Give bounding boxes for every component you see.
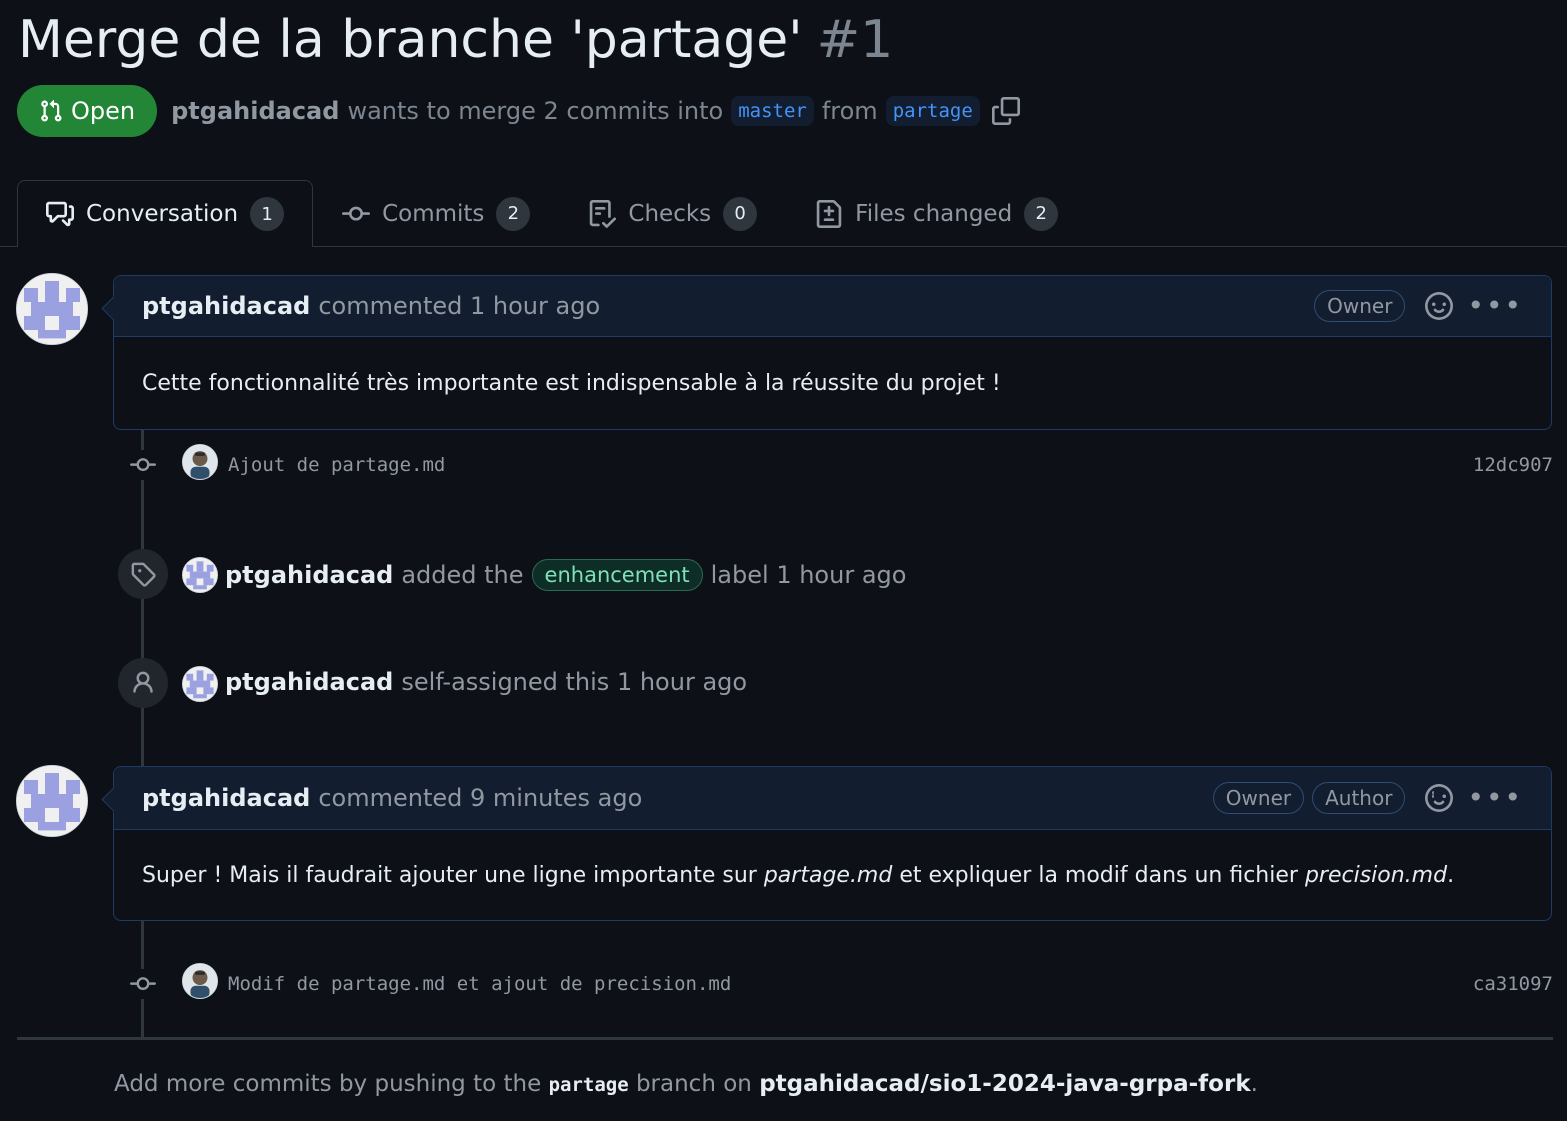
avatar[interactable] <box>182 666 218 702</box>
pr-number: #1 <box>816 10 894 70</box>
tab-commits-label: Commits <box>382 200 485 227</box>
tag-icon <box>130 561 156 587</box>
label-event-badge <box>118 549 168 599</box>
timeline-commit: Modif de partage.md et ajout de precisio… <box>0 959 1567 1009</box>
label-event-text: ptgahidacad added the enhancement label … <box>225 559 906 591</box>
comment-time[interactable]: 9 minutes ago <box>470 784 642 812</box>
assign-event-badge <box>118 658 168 708</box>
comment-text-part: Super ! Mais il faudrait ajouter une lig… <box>142 862 764 888</box>
pr-state-label: Open <box>71 97 136 125</box>
comment-header: ptgahidacad commented 1 hour ago Owner •… <box>114 276 1551 337</box>
pr-from-text: from <box>821 97 878 125</box>
git-commit-icon <box>128 969 158 999</box>
timeline-commit: Ajout de partage.md 12dc907 <box>0 440 1567 490</box>
copy-icon[interactable] <box>991 97 1020 125</box>
pr-state-badge: Open <box>17 85 158 137</box>
comment: ptgahidacad commented 1 hour ago Owner •… <box>101 275 1552 430</box>
commit-author-avatar[interactable] <box>182 444 218 480</box>
comment-body: Super ! Mais il faudrait ajouter une lig… <box>114 830 1551 920</box>
tab-conversation-count: 1 <box>250 197 285 231</box>
file-diff-icon <box>815 199 843 228</box>
tab-files-changed[interactable]: Files changed 2 <box>786 180 1087 246</box>
smiley-icon[interactable] <box>1425 784 1454 812</box>
event-user-link[interactable]: ptgahidacad <box>225 668 393 696</box>
kebab-horizontal-icon[interactable]: ••• <box>1467 784 1523 812</box>
owner-badge: Owner <box>1314 290 1406 322</box>
pr-author-link[interactable]: ptgahidacad <box>171 97 339 125</box>
repo-link[interactable]: ptgahidacad/sio1-2024-java-grpa-fork <box>759 1071 1250 1097</box>
head-branch[interactable]: partage <box>885 96 980 126</box>
tab-checks-label: Checks <box>628 200 712 227</box>
comment-action: commented <box>318 292 463 320</box>
commit-message[interactable]: Modif de partage.md et ajout de precisio… <box>228 973 731 995</box>
tab-files-changed-label: Files changed <box>855 200 1013 227</box>
timeline-end-divider <box>17 1037 1553 1040</box>
tab-conversation[interactable]: Conversation 1 <box>17 180 314 247</box>
push-hint-text-2: branch on <box>635 1071 752 1097</box>
tab-checks-count: 0 <box>723 196 758 231</box>
smiley-icon[interactable] <box>1425 292 1454 320</box>
pr-tabs: Conversation 1 Commits 2 Checks 0 Files … <box>17 180 1087 247</box>
tab-commits[interactable]: Commits 2 <box>313 180 559 246</box>
label-enhancement[interactable]: enhancement <box>531 559 703 591</box>
kebab-horizontal-icon[interactable]: ••• <box>1467 292 1523 320</box>
checklist-icon <box>588 199 617 228</box>
comment-header: ptgahidacad commented 9 minutes ago Owne… <box>114 767 1551 830</box>
comment-file-ref: partage.md <box>763 862 893 888</box>
tab-commits-count: 2 <box>496 196 531 231</box>
comment-text-part: et expliquer la modif dans un fichier <box>892 862 1305 888</box>
git-pull-request-icon <box>39 98 63 124</box>
push-hint-text-3: . <box>1250 1071 1258 1097</box>
comment-discussion-icon <box>46 200 74 228</box>
comment-author[interactable]: ptgahidacad <box>142 292 310 320</box>
label-event-after: label 1 hour ago <box>710 561 907 589</box>
push-hint-text-1: Add more commits by pushing to the <box>114 1071 542 1097</box>
commit-sha[interactable]: ca31097 <box>1473 973 1553 995</box>
commit-sha[interactable]: 12dc907 <box>1473 454 1553 476</box>
assign-event-text: ptgahidacad self-assigned this 1 hour ag… <box>225 668 747 696</box>
avatar[interactable] <box>16 273 88 345</box>
pr-merge-text: wants to merge 2 commits into <box>347 97 724 125</box>
pr-title-text: Merge de la branche 'partage' <box>18 10 803 70</box>
git-commit-icon <box>342 200 371 228</box>
tab-checks[interactable]: Checks 0 <box>559 180 786 246</box>
comment-body: Cette fonctionnalité très importante est… <box>114 337 1551 429</box>
comment-action: commented <box>318 784 463 812</box>
commit-message[interactable]: Ajout de partage.md <box>228 454 445 476</box>
comment-author[interactable]: ptgahidacad <box>142 784 310 812</box>
tab-files-changed-count: 2 <box>1024 196 1059 231</box>
comment-time[interactable]: 1 hour ago <box>470 292 600 320</box>
git-commit-icon <box>128 450 158 480</box>
base-branch[interactable]: master <box>731 96 814 126</box>
tab-conversation-label: Conversation <box>86 201 239 227</box>
pr-title: Merge de la branche 'partage' #1 <box>18 8 893 72</box>
push-hint: Add more commits by pushing to the parta… <box>114 1071 1258 1097</box>
commit-author-avatar[interactable] <box>182 963 218 999</box>
timeline-assign-event: ptgahidacad self-assigned this 1 hour ag… <box>0 658 1567 708</box>
pr-state-row: Open ptgahidacad wants to merge 2 commit… <box>17 85 1020 137</box>
avatar[interactable] <box>16 765 88 837</box>
event-user-link[interactable]: ptgahidacad <box>225 561 393 589</box>
pr-meta: ptgahidacad wants to merge 2 commits int… <box>171 96 1020 126</box>
timeline-label-event: ptgahidacad added the enhancement label … <box>0 549 1567 599</box>
comment-text-part: . <box>1447 862 1455 888</box>
person-icon <box>130 670 156 696</box>
owner-badge: Owner <box>1212 782 1305 814</box>
push-hint-branch: partage <box>548 1074 629 1096</box>
comment-body-text: Cette fonctionnalité très importante est… <box>142 370 1001 396</box>
comment-file-ref: precision.md <box>1304 862 1448 888</box>
comment: ptgahidacad commented 9 minutes ago Owne… <box>101 766 1552 921</box>
author-badge: Author <box>1312 782 1406 814</box>
assign-event-desc: self-assigned this 1 hour ago <box>401 668 748 696</box>
comment-body-text: Super ! Mais il faudrait ajouter une lig… <box>142 863 1454 888</box>
avatar[interactable] <box>182 557 218 593</box>
label-event-before: added the <box>401 561 524 589</box>
